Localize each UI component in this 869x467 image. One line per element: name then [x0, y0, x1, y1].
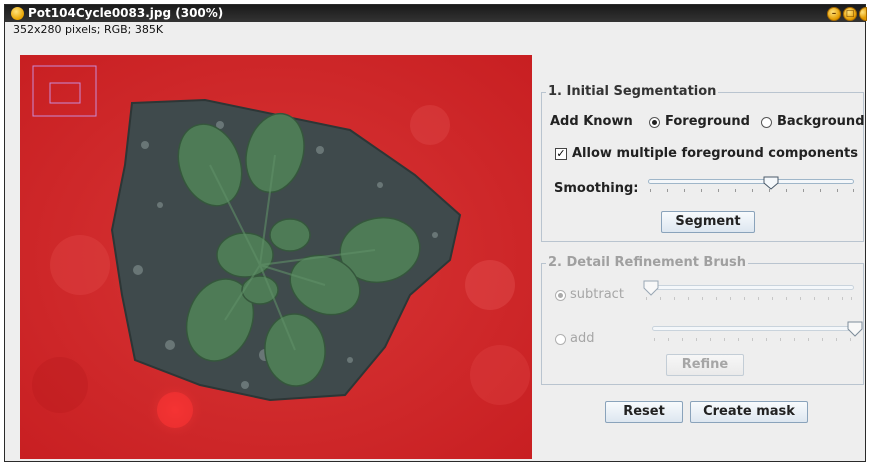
subtract-radio[interactable] [555, 290, 566, 301]
plant-image [20, 55, 532, 459]
image-window: Pot104Cycle0083.jpg (300%) – □ 352x280 p… [4, 4, 867, 462]
add-thumb[interactable] [847, 321, 863, 337]
title-bar[interactable]: Pot104Cycle0083.jpg (300%) – □ [5, 5, 867, 22]
detail-refinement-title: 2. Detail Refinement Brush [546, 255, 749, 270]
smoothing-thumb[interactable] [763, 176, 779, 190]
initial-segmentation-group: 1. Initial Segmentation Add Known Foregr… [541, 84, 865, 242]
foreground-radio[interactable] [649, 117, 660, 128]
allow-multiple-checkbox[interactable]: ✓ [555, 148, 567, 160]
background-label[interactable]: Background [777, 114, 865, 129]
smoothing-slider[interactable] [648, 176, 856, 196]
refine-button[interactable]: Refine [666, 354, 744, 376]
subtract-thumb[interactable] [643, 280, 659, 296]
add-known-label: Add Known [550, 114, 633, 129]
add-label[interactable]: add [570, 331, 594, 346]
image-info: 352x280 pixels; RGB; 385K [13, 23, 164, 36]
background-radio[interactable] [761, 117, 772, 128]
create-mask-button[interactable]: Create mask [690, 401, 808, 423]
allow-multiple-label[interactable]: Allow multiple foreground components [572, 146, 858, 161]
maximize-icon[interactable]: □ [843, 7, 857, 21]
app-icon [11, 7, 24, 20]
foreground-label[interactable]: Foreground [665, 114, 750, 129]
detail-refinement-group: 2. Detail Refinement Brush subtract add [541, 255, 864, 385]
initial-segmentation-title: 1. Initial Segmentation [546, 84, 719, 99]
minimize-icon[interactable]: – [827, 7, 841, 21]
subtract-label[interactable]: subtract [570, 287, 624, 302]
reset-button[interactable]: Reset [605, 401, 683, 423]
add-slider[interactable] [652, 321, 864, 343]
subtract-slider[interactable] [643, 280, 856, 302]
window-title: Pot104Cycle0083.jpg (300%) [28, 6, 224, 20]
add-radio[interactable] [555, 334, 566, 345]
close-icon[interactable] [859, 7, 867, 21]
smoothing-label: Smoothing: [554, 181, 639, 196]
image-canvas[interactable] [20, 55, 532, 459]
segment-button[interactable]: Segment [661, 211, 755, 233]
segmentation-panel: 1. Initial Segmentation Add Known Foregr… [541, 55, 867, 459]
